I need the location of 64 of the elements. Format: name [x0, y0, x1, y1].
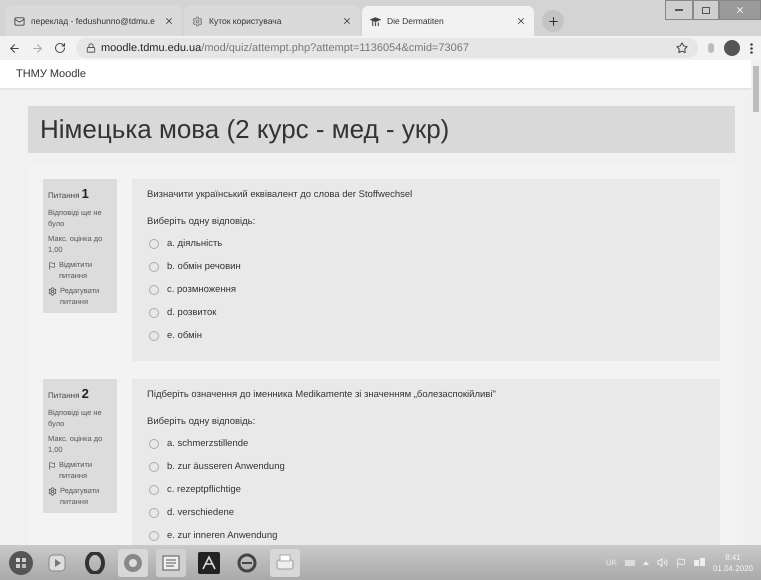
- plus-icon: [546, 14, 560, 28]
- radio-button[interactable]: [149, 330, 159, 340]
- radio-button[interactable]: [149, 484, 159, 494]
- printer-icon[interactable]: [270, 548, 300, 576]
- question-text: Підберіть означення до іменника Medikamente зі значенням „болезаспокійливі": [147, 389, 497, 400]
- question-number: Питання 1: [48, 185, 90, 203]
- network-icon[interactable]: [694, 558, 705, 568]
- answer-option[interactable]: b. zur äusseren Anwendung: [167, 461, 285, 472]
- answer-option[interactable]: c. розмноження: [167, 284, 236, 295]
- browser-tab[interactable]: Die Dermatiten: [362, 6, 534, 36]
- reload-icon[interactable]: [54, 42, 66, 54]
- menu-icon[interactable]: [750, 42, 753, 54]
- mail-icon: [14, 16, 25, 26]
- radio-button[interactable]: [149, 308, 159, 318]
- forward-icon[interactable]: [31, 42, 44, 54]
- radio-button[interactable]: [149, 438, 159, 448]
- settings-icon: [48, 287, 57, 296]
- close-icon[interactable]: [342, 16, 352, 26]
- profile-avatar[interactable]: [724, 40, 740, 56]
- close-icon: [735, 5, 745, 15]
- answer-option[interactable]: d. розвиток: [167, 307, 216, 318]
- browser-tab[interactable]: переклад - fedushunno@tdmu.e: [6, 6, 182, 36]
- radio-button[interactable]: [149, 530, 159, 540]
- maximize-icon: [702, 6, 710, 14]
- radio-button[interactable]: [149, 262, 159, 272]
- flag-icon: [48, 262, 56, 270]
- back-icon[interactable]: [8, 42, 21, 54]
- maximize-button[interactable]: [693, 0, 719, 20]
- minimize-button[interactable]: [665, 0, 693, 20]
- page-title: Німецька мова (2 курс - мед - укр): [28, 106, 735, 153]
- address-field[interactable]: moodle.tdmu.edu.ua/mod/quiz/attempt.php?attempt=1136054&cmid=73067: [76, 38, 698, 58]
- browser-tab[interactable]: Куток користувача: [184, 6, 360, 36]
- close-icon[interactable]: [164, 16, 174, 26]
- close-icon[interactable]: [516, 16, 526, 26]
- question-text: Визначити український еквівалент до слова der Stoffwechsel: [147, 189, 414, 200]
- answer-option[interactable]: b. обмін речовин: [167, 261, 241, 272]
- radio-button[interactable]: [149, 238, 159, 248]
- answer-option[interactable]: e. обмін: [167, 330, 202, 341]
- minimize-icon: [675, 8, 683, 12]
- settings-icon: [48, 487, 57, 496]
- extension-icon[interactable]: [708, 43, 714, 53]
- hat-icon: [370, 16, 381, 26]
- bookmark-star-icon[interactable]: [676, 42, 688, 54]
- answer-option[interactable]: a. діяльність: [167, 238, 222, 249]
- start-button[interactable]: [8, 550, 34, 576]
- answer-prompt: Виберіть одну відповідь:: [147, 416, 256, 427]
- question-number: Питання 2: [48, 385, 90, 403]
- radio-button[interactable]: [149, 508, 159, 518]
- speaker-icon[interactable]: [656, 557, 668, 568]
- radio-button[interactable]: [149, 284, 159, 294]
- answer-option[interactable]: e. zur inneren Anwendung: [167, 530, 278, 541]
- flag-icon[interactable]: [676, 558, 686, 568]
- caret-icon[interactable]: [642, 560, 649, 564]
- flag-icon: [48, 462, 56, 470]
- gear-icon: [192, 16, 203, 26]
- answer-option[interactable]: a. schmerzstillende: [167, 438, 248, 449]
- answer-option[interactable]: c. rezeptpflichtige: [167, 484, 241, 495]
- answer-prompt: Виберіть одну відповідь:: [147, 216, 256, 227]
- radio-button[interactable]: [149, 462, 159, 472]
- answer-option[interactable]: d. verschiedene: [167, 507, 234, 518]
- lock-icon: [86, 43, 96, 53]
- new-tab-button[interactable]: [542, 10, 564, 32]
- keyboard-icon[interactable]: [624, 560, 635, 566]
- site-name[interactable]: ТНМУ Moodle: [16, 68, 86, 80]
